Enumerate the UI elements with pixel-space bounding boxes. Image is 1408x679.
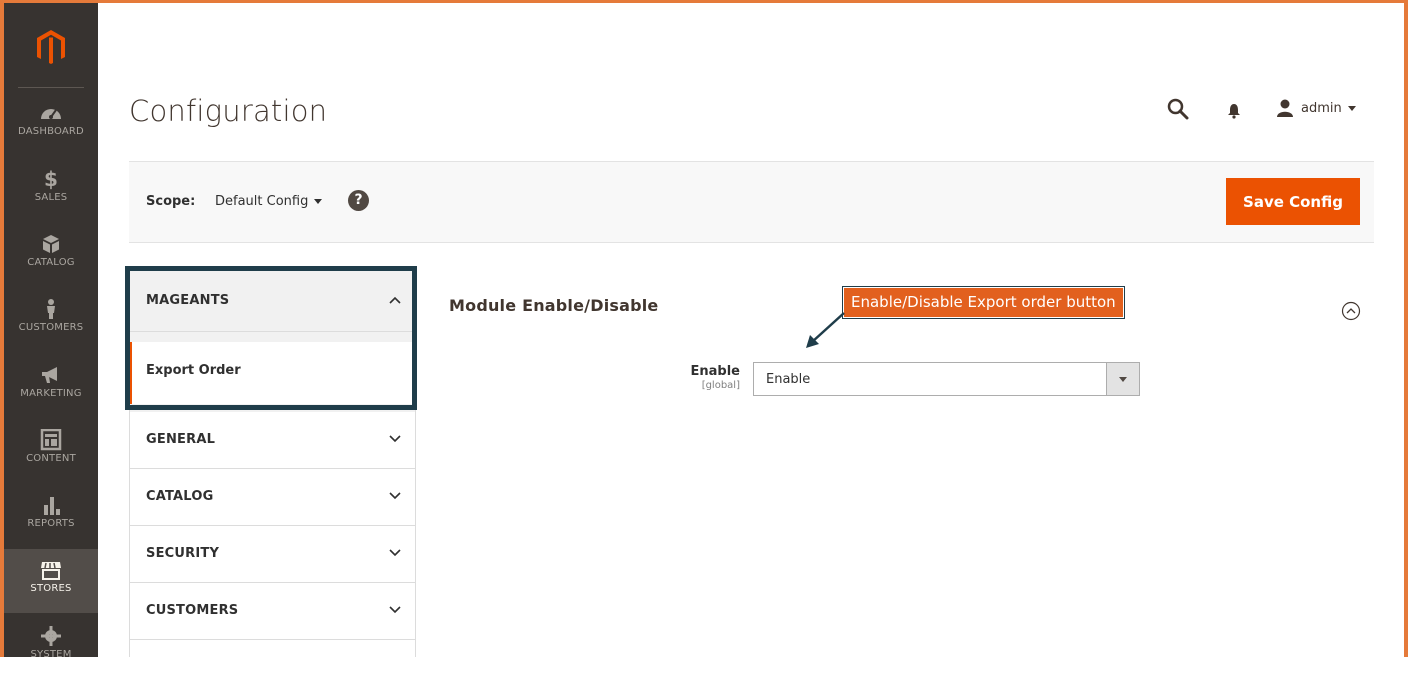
chevron-down-icon: [389, 549, 401, 557]
magento-logo-icon: [37, 30, 65, 64]
scope-switcher[interactable]: Default Config: [215, 194, 323, 209]
search-icon[interactable]: [1167, 98, 1189, 120]
nav-sales-label: SALES: [34, 192, 68, 203]
nav-sales[interactable]: $ SALES: [4, 158, 98, 222]
nav-system-label: SYSTEM: [30, 649, 72, 660]
layout-icon: [40, 429, 62, 451]
enable-select-value: Enable: [766, 372, 811, 387]
tab-general-label: GENERAL: [146, 432, 216, 447]
section-title[interactable]: Module Enable/Disable: [449, 296, 659, 315]
nav-catalog[interactable]: CATALOG: [4, 223, 98, 287]
bar-chart-icon: [44, 497, 60, 515]
tab-export-order-label: Export Order: [146, 363, 241, 378]
nav-reports[interactable]: REPORTS: [4, 484, 98, 548]
tab-catalog-label: CATALOG: [146, 489, 214, 504]
config-tabs: MAGEANTS Export Order GENERAL CATALOG SE…: [129, 269, 416, 640]
nav-marketing[interactable]: MARKETING: [4, 354, 98, 418]
bell-icon[interactable]: [1226, 102, 1242, 120]
admin-username: admin: [1301, 100, 1342, 116]
dashboard-icon: [41, 109, 61, 119]
nav-reports-label: REPORTS: [27, 518, 75, 529]
select-arrow-icon: [1106, 363, 1139, 395]
tab-general[interactable]: GENERAL: [129, 412, 416, 469]
help-icon[interactable]: ?: [348, 190, 369, 211]
chevron-down-icon: [1347, 105, 1356, 111]
tab-customers[interactable]: CUSTOMERS: [129, 583, 416, 640]
megaphone-icon: [42, 367, 57, 383]
annotation-arrow-icon: [806, 312, 845, 348]
chevron-up-icon: [389, 296, 401, 304]
cube-icon: [43, 235, 59, 253]
nav-customers[interactable]: CUSTOMERS: [4, 288, 98, 352]
nav-stores[interactable]: STORES: [4, 549, 98, 613]
magento-logo[interactable]: [4, 3, 98, 87]
gear-icon: [41, 626, 61, 646]
tab-security[interactable]: SECURITY: [129, 526, 416, 583]
nav-system[interactable]: SYSTEM: [4, 615, 98, 679]
nav-dashboard-label: DASHBOARD: [18, 126, 84, 137]
nav-marketing-label: MARKETING: [20, 388, 82, 399]
user-icon: [1277, 99, 1293, 117]
nav-catalog-label: CATALOG: [27, 257, 75, 268]
admin-sidebar: DASHBOARD $ SALES CATALOG CUSTOMERS MARK…: [4, 3, 98, 660]
storefront-icon: [41, 562, 61, 580]
tab-export-order[interactable]: Export Order: [129, 342, 416, 404]
nav-stores-label: STORES: [30, 583, 72, 594]
tab-group-spacer: [129, 404, 416, 412]
page-title: Configuration: [129, 94, 328, 128]
chevron-down-icon: [389, 435, 401, 443]
enable-select[interactable]: Enable: [753, 362, 1140, 396]
nav-dashboard[interactable]: DASHBOARD: [4, 92, 98, 156]
tab-security-label: SECURITY: [146, 546, 220, 561]
caret-down-icon: [314, 199, 323, 204]
tab-mageants-label: MAGEANTS: [146, 293, 230, 308]
logo-divider: [18, 87, 84, 88]
chevron-down-icon: [389, 492, 401, 500]
tab-catalog[interactable]: CATALOG: [129, 469, 416, 526]
tab-mageants[interactable]: MAGEANTS: [129, 269, 416, 332]
annotation-callout: Enable/Disable Export order button: [843, 287, 1124, 318]
admin-user-menu[interactable]: admin: [1275, 99, 1356, 117]
chevron-down-icon: [389, 606, 401, 614]
scope-value: Default Config: [215, 194, 309, 209]
tab-group-mageants: MAGEANTS Export Order: [129, 269, 416, 412]
nav-customers-label: CUSTOMERS: [18, 322, 84, 333]
nav-content[interactable]: CONTENT: [4, 419, 98, 483]
enable-field-label: Enable [global]: [660, 364, 741, 391]
save-config-button[interactable]: Save Config: [1226, 178, 1360, 225]
enable-scope: [global]: [701, 380, 740, 391]
nav-content-label: CONTENT: [26, 453, 76, 464]
dollar-icon: $: [44, 167, 58, 191]
scope-bar: Scope: Default Config ? Save Config: [129, 161, 1374, 243]
tab-customers-label: CUSTOMERS: [146, 603, 239, 618]
enable-label: Enable: [690, 364, 741, 379]
scope-label: Scope:: [146, 194, 196, 209]
person-icon: [47, 299, 55, 319]
collapse-icon[interactable]: [1341, 301, 1361, 321]
